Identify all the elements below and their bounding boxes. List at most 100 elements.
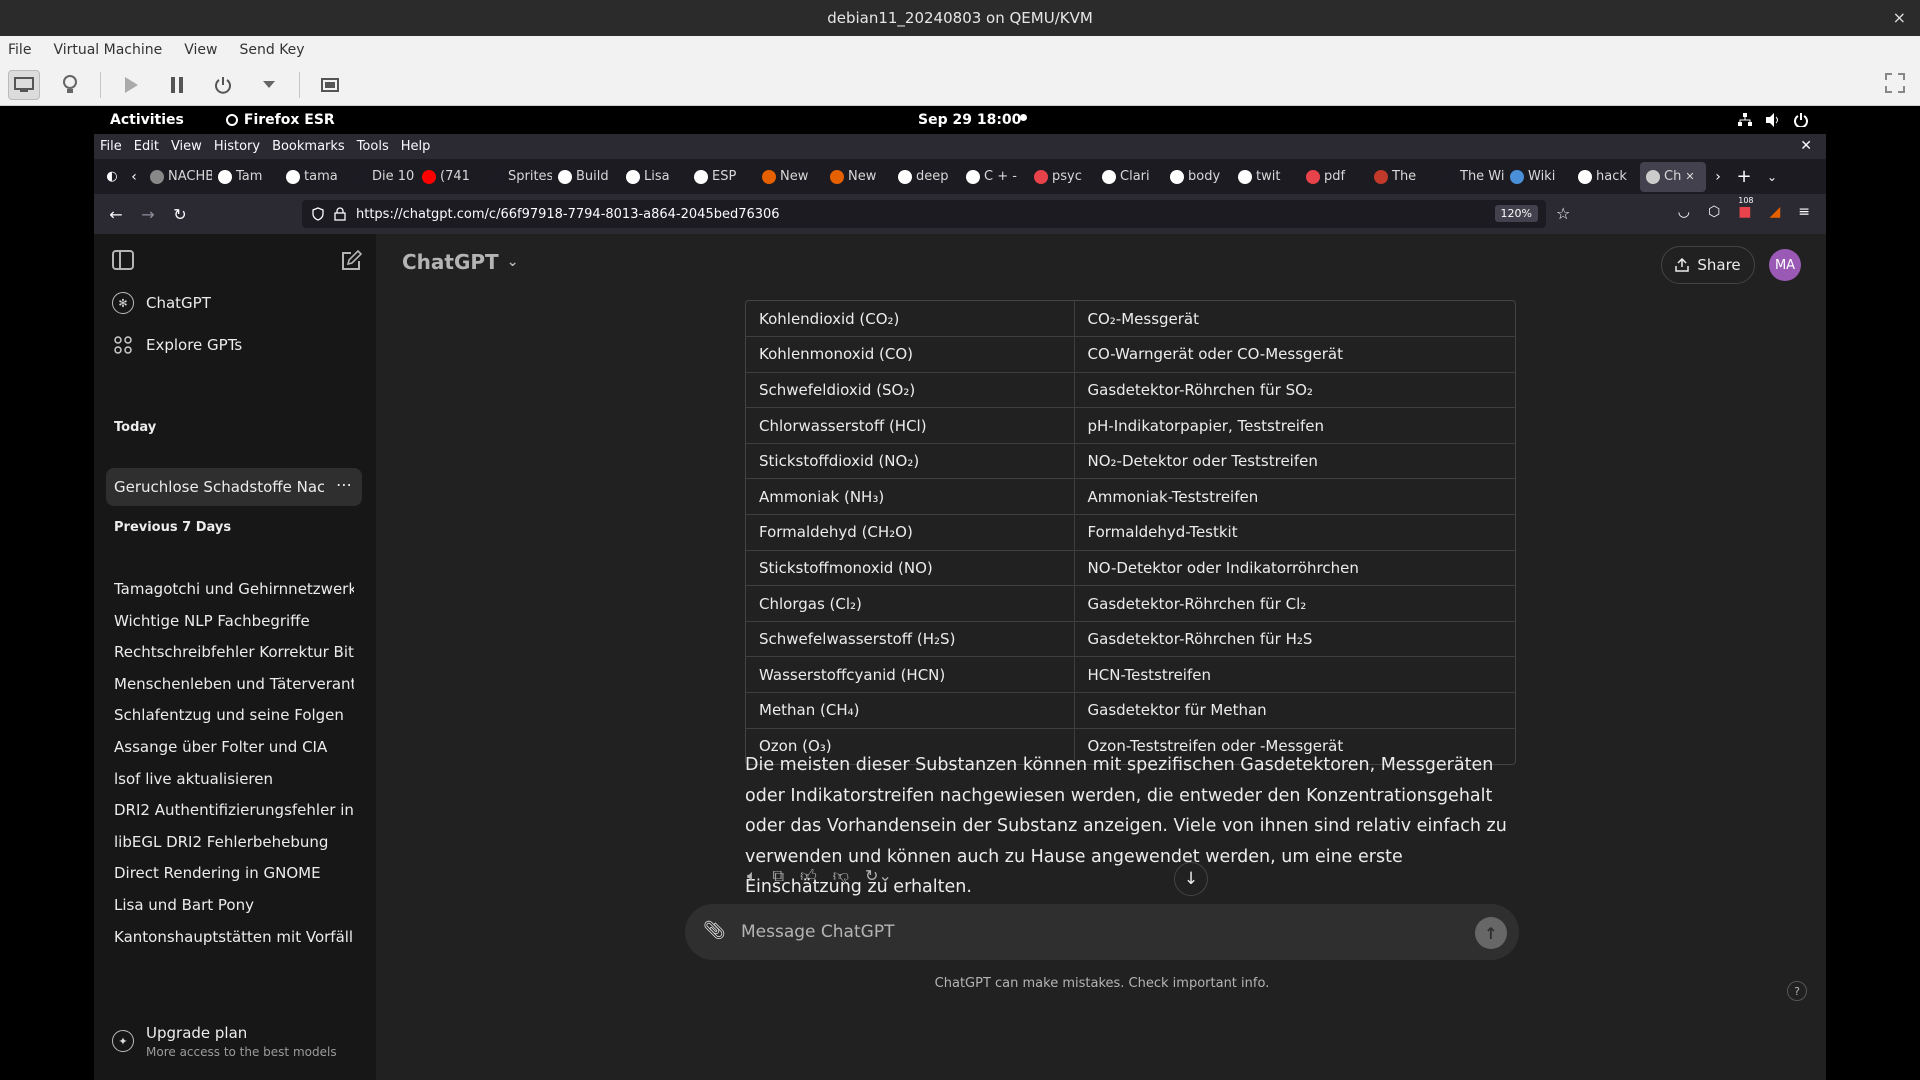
shutdown-menu-button[interactable] bbox=[253, 70, 285, 100]
clock[interactable]: Sep 29 18:00 bbox=[918, 112, 1021, 128]
system-tray[interactable] bbox=[1738, 113, 1808, 127]
sidebar-chat-item[interactable]: Kantonshauptstätten mit Vorfällen bbox=[114, 928, 354, 946]
vm-close-icon[interactable]: × bbox=[1893, 8, 1906, 27]
more-options-icon[interactable]: ⋯ bbox=[336, 475, 352, 494]
sidebar-chat-item[interactable]: Direct Rendering in GNOME bbox=[114, 864, 354, 882]
activities-button[interactable]: Activities bbox=[110, 112, 184, 128]
pocket-icon[interactable]: ◡ bbox=[1678, 204, 1690, 220]
vm-menu-file[interactable]: File bbox=[8, 42, 31, 58]
browser-tab[interactable]: New bbox=[756, 162, 824, 192]
pause-button[interactable] bbox=[161, 70, 193, 100]
sidebar-item-explore-gpts[interactable]: Explore GPTs bbox=[112, 334, 242, 356]
window-close-icon[interactable]: ✕ bbox=[1800, 138, 1812, 154]
browser-tab[interactable]: Build bbox=[552, 162, 620, 192]
sidebar-chat-item[interactable]: DRI2 Authentifizierungsfehler in OE bbox=[114, 801, 354, 819]
tab-scroll-left-icon[interactable]: ‹ bbox=[124, 169, 144, 185]
browser-tab[interactable]: The bbox=[1368, 162, 1436, 192]
browser-tab[interactable]: Tam bbox=[212, 162, 280, 192]
scroll-down-button[interactable]: ↓ bbox=[1174, 862, 1208, 896]
list-all-tabs-icon[interactable]: ⌄ bbox=[1758, 170, 1786, 184]
browser-tab[interactable]: Die 10 b bbox=[348, 162, 416, 192]
sidebar-chat-item[interactable]: Schlafentzug und seine Folgen bbox=[114, 706, 354, 724]
ff-menu-tools[interactable]: Tools bbox=[357, 139, 389, 154]
run-button[interactable] bbox=[115, 70, 147, 100]
tab-favicon-icon bbox=[422, 169, 436, 184]
browser-tab[interactable]: Clari bbox=[1096, 162, 1164, 192]
sidebar-chat-item[interactable]: lsof live aktualisieren bbox=[114, 770, 354, 788]
forward-button[interactable]: → bbox=[132, 205, 164, 224]
ff-menu-history[interactable]: History bbox=[214, 139, 260, 154]
browser-tab[interactable]: C + - bbox=[960, 162, 1028, 192]
browser-tab[interactable]: Wiki bbox=[1504, 162, 1572, 192]
new-chat-icon[interactable] bbox=[340, 250, 362, 272]
attach-icon[interactable]: 📎︎ bbox=[703, 920, 726, 941]
browser-tab[interactable]: Sprites bbox=[484, 162, 552, 192]
sidebar-chat-item[interactable]: Lisa und Bart Pony bbox=[114, 896, 354, 914]
bookmark-star-icon[interactable]: ☆ bbox=[1556, 204, 1570, 223]
sidebar-chat-active[interactable]: Geruchlose Schadstoffe Nachweis ⋯ bbox=[106, 468, 362, 506]
avatar[interactable]: MA bbox=[1769, 249, 1801, 281]
share-button[interactable]: Share bbox=[1661, 246, 1755, 284]
vm-menu-view[interactable]: View bbox=[184, 42, 217, 58]
hamburger-menu-icon[interactable]: ≡ bbox=[1798, 204, 1810, 220]
sidebar-chat-item[interactable]: Wichtige NLP Fachbegriffe bbox=[114, 612, 354, 630]
message-input[interactable] bbox=[741, 918, 1441, 946]
details-view-button[interactable] bbox=[54, 70, 86, 100]
browser-tab[interactable]: psyc bbox=[1028, 162, 1096, 192]
reload-button[interactable]: ↻ bbox=[164, 205, 196, 224]
tab-favicon-icon bbox=[1646, 169, 1660, 184]
snapshot-button[interactable] bbox=[314, 70, 346, 100]
upgrade-plan-button[interactable]: ✦ Upgrade plan More access to the best m… bbox=[112, 1024, 337, 1059]
ff-menu-help[interactable]: Help bbox=[401, 139, 431, 154]
tab-favicon-icon bbox=[490, 169, 504, 184]
back-button[interactable]: ← bbox=[100, 205, 132, 224]
addon-icon[interactable]: ◢ bbox=[1769, 204, 1780, 220]
browser-tab[interactable]: body bbox=[1164, 162, 1232, 192]
send-button[interactable]: ↑ bbox=[1475, 917, 1507, 949]
browser-tab[interactable]: ESP bbox=[688, 162, 756, 192]
ff-menu-edit[interactable]: Edit bbox=[134, 139, 159, 154]
new-tab-icon[interactable]: + bbox=[1730, 166, 1758, 187]
browser-tab[interactable]: NACHBI bbox=[144, 162, 212, 192]
browser-tab[interactable]: New bbox=[824, 162, 892, 192]
url-bar[interactable]: https://chatgpt.com/c/66f97918-7794-8013… bbox=[302, 200, 1546, 228]
toggle-sidebar-icon[interactable] bbox=[112, 250, 134, 270]
browser-tab[interactable]: (741 bbox=[416, 162, 484, 192]
sidebar-chat-item[interactable]: Menschenleben und Täterverantwortung bbox=[114, 675, 354, 693]
browser-tab[interactable]: hack bbox=[1572, 162, 1640, 192]
regenerate-icon[interactable]: ↻⌄ bbox=[865, 866, 892, 886]
model-selector[interactable]: ChatGPT ⌄ bbox=[402, 250, 518, 274]
browser-tab[interactable]: pdf bbox=[1300, 162, 1368, 192]
browser-tab[interactable]: deep bbox=[892, 162, 960, 192]
zoom-level[interactable]: 120% bbox=[1494, 205, 1538, 222]
fullscreen-icon[interactable] bbox=[1884, 72, 1906, 99]
sidebar-chat-item[interactable]: Tamagotchi und Gehirnnetzwerke bbox=[114, 580, 354, 598]
console-view-button[interactable] bbox=[8, 69, 40, 100]
sidebar-chat-item[interactable]: Assange über Folter und CIA bbox=[114, 738, 354, 756]
ff-menu-bookmarks[interactable]: Bookmarks bbox=[272, 139, 345, 154]
browser-tab[interactable]: Ch ✕ bbox=[1640, 161, 1706, 192]
sidebar-chat-item[interactable]: Rechtschreibfehler Korrektur Bitte bbox=[114, 643, 354, 661]
browser-tab[interactable]: tama bbox=[280, 162, 348, 192]
thumbs-down-icon[interactable]: 👎︎ bbox=[833, 866, 849, 886]
browser-tab[interactable]: The Wik bbox=[1436, 162, 1504, 192]
tab-scroll-right-icon[interactable]: › bbox=[1706, 169, 1730, 185]
vm-menu-virtual-machine[interactable]: Virtual Machine bbox=[53, 42, 162, 58]
shutdown-button[interactable] bbox=[207, 70, 239, 100]
sidebar-item-chatgpt[interactable]: ✻ ChatGPT bbox=[112, 292, 211, 314]
vm-menu-send-key[interactable]: Send Key bbox=[239, 42, 304, 58]
close-tab-icon[interactable]: ✕ bbox=[1685, 170, 1694, 183]
ff-menu-view[interactable]: View bbox=[171, 139, 202, 154]
read-aloud-icon[interactable]: 🔈︎ bbox=[747, 866, 757, 886]
app-menu[interactable]: Firefox ESR bbox=[225, 112, 335, 128]
sidebar-chat-item[interactable]: libEGL DRI2 Fehlerbehebung bbox=[114, 833, 354, 851]
browser-tab[interactable]: twit bbox=[1232, 162, 1300, 192]
extensions-icon[interactable]: ⬡ bbox=[1708, 204, 1720, 220]
copy-icon[interactable]: ⧉ bbox=[773, 866, 784, 886]
ublock-icon[interactable]: ■ 108 bbox=[1738, 196, 1753, 220]
thumbs-up-icon[interactable]: 👍︎ bbox=[800, 866, 817, 886]
ff-menu-file[interactable]: File bbox=[100, 139, 122, 154]
browser-tab[interactable]: Lisa bbox=[620, 162, 688, 192]
help-button[interactable]: ? bbox=[1787, 981, 1807, 1001]
firefox-view-icon[interactable]: ◐ bbox=[100, 169, 124, 184]
